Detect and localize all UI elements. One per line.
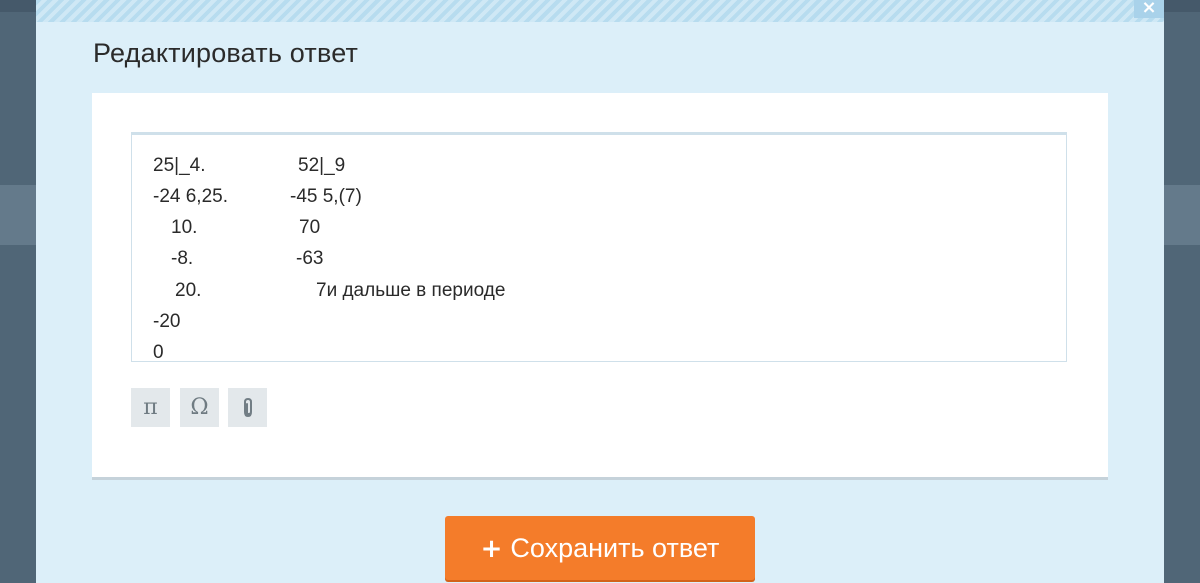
- answer-panel: 25|_4. 52|_9 -24 6,25. -45 5,(7) 10. 70 …: [92, 93, 1108, 480]
- insert-symbol-button[interactable]: Ω: [180, 388, 219, 427]
- save-answer-label: Сохранить ответ: [510, 533, 720, 563]
- close-button[interactable]: ×: [1134, 0, 1164, 18]
- backdrop-header-right: [1164, 0, 1200, 12]
- editor-line: -45 5,(7): [290, 186, 362, 207]
- editor-line: -63: [296, 248, 324, 269]
- close-icon: ×: [1141, 0, 1157, 18]
- modal-header-stripe: [36, 0, 1164, 22]
- editor-line: -24 6,25.: [153, 186, 228, 207]
- editor-line: -8.: [171, 248, 194, 269]
- backdrop-band-left: [0, 185, 36, 245]
- insert-formula-button[interactable]: π: [131, 388, 170, 427]
- editor-line: 70: [299, 217, 321, 238]
- editor-line: 0: [153, 342, 164, 363]
- modal-title: Редактировать ответ: [93, 38, 359, 68]
- editor-line: -20: [153, 311, 181, 332]
- omega-icon: Ω: [190, 395, 209, 420]
- plus-icon: +: [480, 534, 503, 564]
- save-answer-button[interactable]: + Сохранить ответ: [445, 516, 755, 580]
- backdrop-band-right: [1164, 185, 1200, 245]
- editor-line: 7и дальше в периоде: [316, 280, 506, 301]
- paperclip-icon: [243, 397, 252, 418]
- editor-line: 20.: [175, 280, 202, 301]
- attach-file-button[interactable]: [228, 388, 267, 427]
- editor-line: 25|_4.: [153, 155, 206, 176]
- editor-line: 10.: [171, 217, 198, 238]
- pi-icon: π: [143, 395, 158, 420]
- backdrop-header-left: [0, 0, 36, 12]
- answer-text-editor[interactable]: 25|_4. 52|_9 -24 6,25. -45 5,(7) 10. 70 …: [131, 132, 1067, 363]
- editor-line: 52|_9: [298, 155, 346, 176]
- edit-answer-modal: × Редактировать ответ 25|_4. 52|_9 -24 6…: [36, 0, 1164, 583]
